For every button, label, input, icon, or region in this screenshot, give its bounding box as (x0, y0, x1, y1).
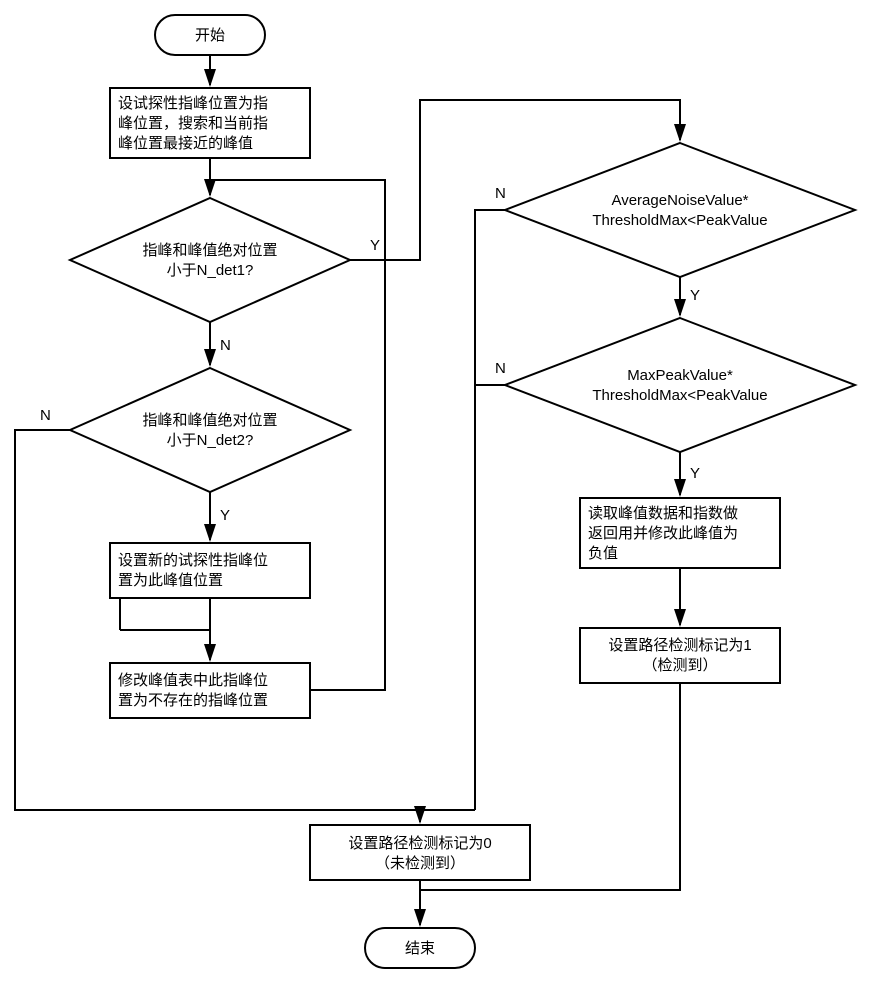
decision-max-peak-threshold: MaxPeakValue* ThresholdMax<PeakValue (505, 318, 855, 452)
svg-text:返回用并修改此峰值为: 返回用并修改此峰值为 (588, 525, 738, 542)
label-n: N (220, 337, 231, 354)
process-set-new-tentative-peak: 设置新的试探性指峰位 置为此峰值位置 (110, 543, 310, 598)
process-modify-peak-table: 修改峰值表中此指峰位 置为不存在的指峰位置 (110, 663, 310, 718)
svg-text:N: N (495, 185, 506, 202)
svg-text:ThresholdMax<PeakValue: ThresholdMax<PeakValue (592, 387, 767, 404)
svg-text:指峰和峰值绝对位置: 指峰和峰值绝对位置 (142, 412, 277, 429)
svg-text:Y: Y (690, 465, 700, 482)
svg-text:设置新的试探性指峰位: 设置新的试探性指峰位 (118, 552, 268, 569)
svg-text:小于N_det2?: 小于N_det2? (167, 432, 254, 449)
svg-text:峰位置最接近的峰值: 峰位置最接近的峰值 (118, 135, 253, 152)
svg-text:读取峰值数据和指数做: 读取峰值数据和指数做 (588, 505, 738, 522)
terminal-start: 开始 (155, 15, 265, 55)
svg-text:（检测到）: （检测到） (642, 657, 717, 674)
svg-text:设试探性指峰位置为指: 设试探性指峰位置为指 (118, 95, 268, 112)
svg-text:（未检测到）: （未检测到） (375, 855, 465, 872)
svg-text:修改峰值表中此指峰位: 修改峰值表中此指峰位 (118, 672, 268, 689)
svg-text:MaxPeakValue*: MaxPeakValue* (627, 367, 733, 384)
label-y: Y (370, 237, 380, 254)
svg-text:峰位置，搜索和当前指: 峰位置，搜索和当前指 (118, 115, 268, 132)
svg-text:设置路径检测标记为0: 设置路径检测标记为0 (348, 835, 491, 852)
process-read-peak-return: 读取峰值数据和指数做 返回用并修改此峰值为 负值 (580, 498, 780, 568)
svg-text:N: N (40, 407, 51, 424)
decision-ndet2: 指峰和峰值绝对位置 小于N_det2? (70, 368, 350, 492)
svg-text:ThresholdMax<PeakValue: ThresholdMax<PeakValue (592, 212, 767, 229)
terminal-start-label: 开始 (195, 27, 225, 44)
svg-text:负值: 负值 (588, 545, 618, 562)
svg-text:设置路径检测标记为1: 设置路径检测标记为1 (608, 637, 751, 654)
svg-text:AverageNoiseValue*: AverageNoiseValue* (611, 192, 748, 209)
process-set-flag-not-detected: 设置路径检测标记为0 （未检测到） (310, 825, 530, 880)
svg-text:Y: Y (220, 507, 230, 524)
process-set-flag-detected: 设置路径检测标记为1 （检测到） (580, 628, 780, 683)
terminal-end-label: 结束 (405, 940, 435, 957)
svg-text:置为不存在的指峰位置: 置为不存在的指峰位置 (118, 692, 268, 709)
svg-text:小于N_det1?: 小于N_det1? (167, 262, 254, 279)
decision-ndet1: 指峰和峰值绝对位置 小于N_det1? (70, 198, 350, 322)
decision-avg-noise-threshold: AverageNoiseValue* ThresholdMax<PeakValu… (505, 143, 855, 277)
svg-text:Y: Y (690, 287, 700, 304)
flowchart-diagram: 开始 设试探性指峰位置为指 峰位置，搜索和当前指 峰位置最接近的峰值 指峰和峰值… (0, 0, 891, 1000)
process-init-peak: 设试探性指峰位置为指 峰位置，搜索和当前指 峰位置最接近的峰值 (110, 88, 310, 158)
svg-text:指峰和峰值绝对位置: 指峰和峰值绝对位置 (142, 242, 277, 259)
terminal-end: 结束 (365, 928, 475, 968)
svg-text:置为此峰值位置: 置为此峰值位置 (118, 572, 223, 589)
svg-text:N: N (495, 360, 506, 377)
